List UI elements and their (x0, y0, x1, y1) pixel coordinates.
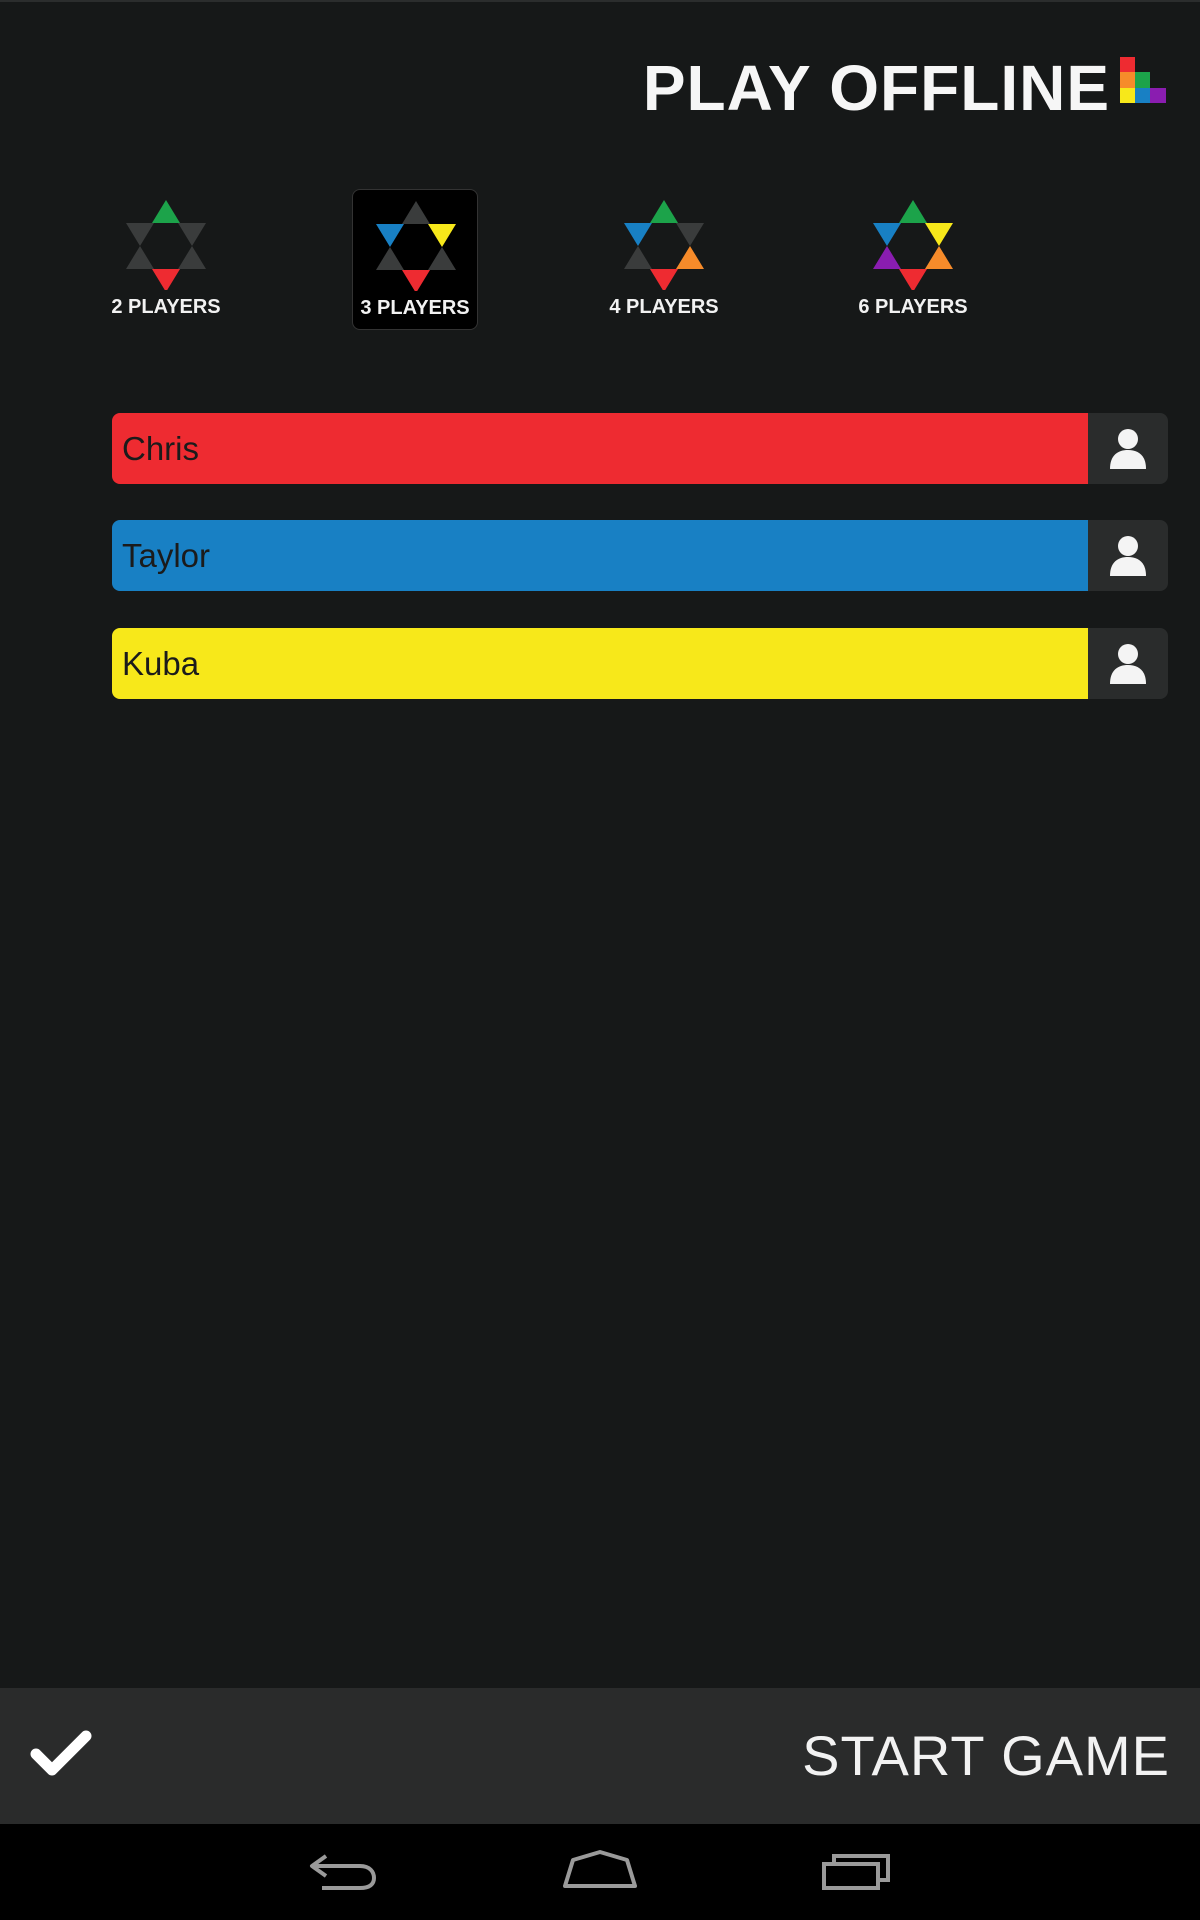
back-button[interactable] (298, 1844, 388, 1900)
user-icon (1110, 536, 1146, 576)
check-icon[interactable] (30, 1728, 92, 1778)
system-nav-bar (0, 1824, 1200, 1920)
user-icon (1110, 429, 1146, 469)
select-avatar-button[interactable] (1088, 520, 1168, 591)
option-6-players[interactable]: 6 PLAYERS (850, 189, 976, 330)
top-divider (0, 0, 1200, 2)
recents-icon (822, 1854, 890, 1890)
option-label: 6 PLAYERS (858, 296, 968, 318)
back-icon (310, 1854, 377, 1890)
option-4-players[interactable]: 4 PLAYERS (601, 189, 727, 330)
star-2-players-icon (126, 200, 206, 290)
option-label: 3 PLAYERS (360, 297, 470, 319)
player-name-input[interactable] (112, 520, 1088, 591)
option-3-players[interactable]: 3 PLAYERS (352, 189, 478, 330)
recents-button[interactable] (812, 1844, 902, 1900)
option-label: 2 PLAYERS (111, 296, 221, 318)
home-button[interactable] (555, 1844, 645, 1900)
player-row-3 (112, 628, 1168, 699)
page-title: PLAY OFFLINE (642, 52, 1110, 124)
user-icon (1110, 644, 1146, 684)
player-name-input[interactable] (112, 628, 1088, 699)
option-label: 4 PLAYERS (609, 296, 719, 318)
start-game-button[interactable]: START GAME (802, 1724, 1170, 1788)
select-avatar-button[interactable] (1088, 413, 1168, 484)
option-2-players[interactable]: 2 PLAYERS (103, 189, 229, 330)
player-row-2 (112, 520, 1168, 591)
star-3-players-icon (376, 201, 456, 291)
star-4-players-icon (624, 200, 704, 290)
star-6-players-icon (873, 200, 953, 290)
select-avatar-button[interactable] (1088, 628, 1168, 699)
home-icon (563, 1850, 637, 1888)
action-bar: START GAME (0, 1688, 1200, 1824)
logo-icon (1120, 57, 1166, 103)
player-name-input[interactable] (112, 413, 1088, 484)
player-row-1 (112, 413, 1168, 484)
